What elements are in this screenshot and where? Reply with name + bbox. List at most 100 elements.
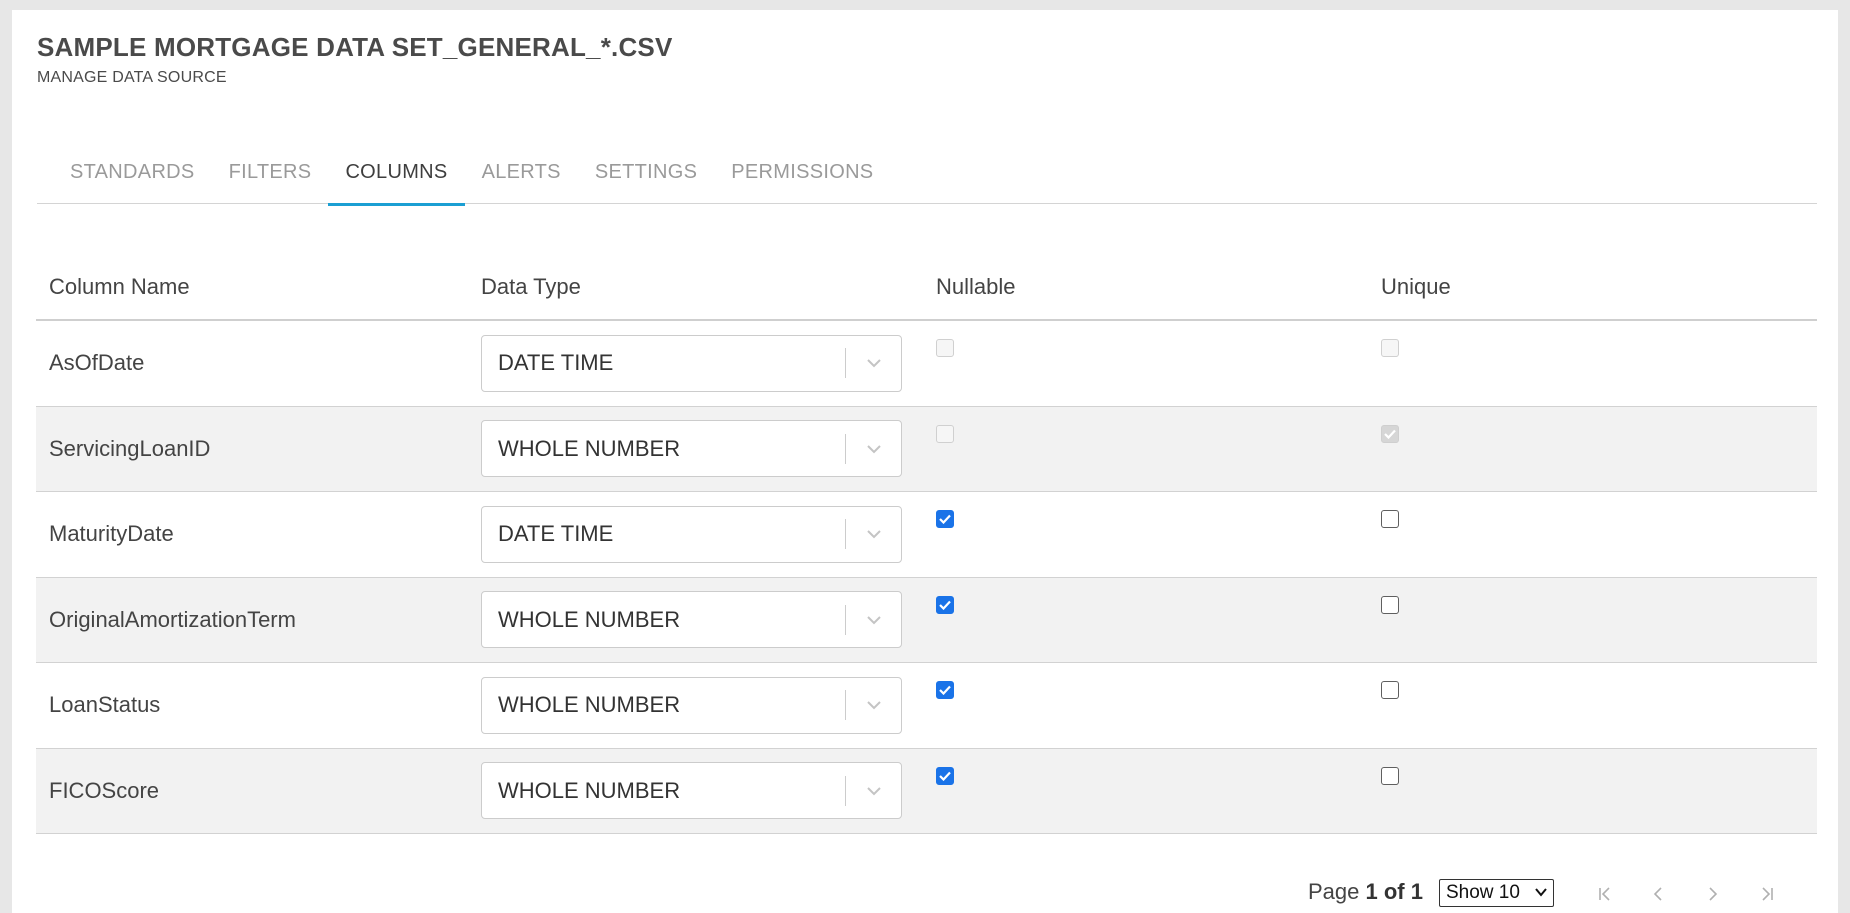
page-indicator: Page 1 of 1: [1308, 879, 1423, 905]
chevron-down-icon: [866, 359, 881, 368]
table-body: AsOfDate DATE TIME ServicingLoanID WHOLE NU…: [36, 321, 1817, 834]
chevron-down-icon: [866, 530, 881, 539]
nullable-cell: [926, 663, 1371, 700]
dropdown-toggle[interactable]: [846, 507, 901, 562]
data-type-cell: WHOLE NUMBER: [481, 591, 926, 649]
data-type-select[interactable]: WHOLE NUMBER: [481, 591, 902, 649]
page-subtitle: MANAGE DATA SOURCE: [37, 69, 227, 87]
pagination: Page 1 of 1 Show 10: [12, 869, 1838, 913]
unique-checkbox[interactable]: [1381, 766, 1399, 785]
unique-cell: [1371, 749, 1817, 790]
column-name-cell: AsOfDate: [49, 350, 145, 376]
unique-cell: [1371, 321, 1817, 362]
nullable-cell: [926, 321, 1371, 362]
table-row: MaturityDate DATE TIME: [36, 492, 1817, 578]
dropdown-toggle[interactable]: [846, 336, 901, 391]
unique-cell: [1371, 492, 1817, 533]
tab-bar: STANDARDS FILTERS COLUMNS ALERTS SETTING…: [37, 145, 1817, 206]
unique-cell: [1371, 578, 1817, 619]
data-type-select[interactable]: WHOLE NUMBER: [481, 676, 902, 734]
checkmark-icon: [939, 600, 951, 610]
nullable-checkbox[interactable]: [936, 681, 954, 699]
dropdown-toggle[interactable]: [846, 421, 901, 476]
checkmark-icon: [1384, 429, 1396, 439]
column-name-cell: ServicingLoanID: [49, 435, 211, 461]
tab-alerts[interactable]: ALERTS: [465, 145, 578, 204]
table-row: OriginalAmortizationTerm WHOLE NUMBER: [36, 577, 1817, 663]
checkmark-icon: [939, 771, 951, 781]
chevron-down-icon: [866, 787, 881, 796]
dropdown-toggle[interactable]: [846, 592, 901, 647]
unique-checkbox: [1381, 339, 1399, 357]
chevron-down-icon: [1535, 888, 1547, 897]
tab-settings[interactable]: SETTINGS: [578, 145, 714, 204]
data-type-value: DATE TIME: [498, 350, 614, 376]
nullable-checkbox[interactable]: [936, 595, 954, 614]
nullable-cell: [926, 492, 1371, 529]
previous-page-button[interactable]: [1645, 881, 1671, 907]
header-unique[interactable]: Unique: [1371, 274, 1817, 300]
first-page-icon: [1599, 887, 1610, 901]
data-type-value: WHOLE NUMBER: [498, 606, 681, 632]
data-source-panel: SAMPLE MORTGAGE DATA SET_GENERAL_*.CSV M…: [12, 10, 1838, 913]
tab-columns[interactable]: COLUMNS: [328, 145, 465, 206]
chevron-down-icon: [866, 701, 881, 710]
data-type-cell: DATE TIME: [481, 334, 926, 392]
table-row: LoanStatus WHOLE NUMBER: [36, 663, 1817, 749]
unique-checkbox[interactable]: [1381, 595, 1399, 614]
data-type-cell: WHOLE NUMBER: [481, 762, 926, 820]
data-type-value: DATE TIME: [498, 521, 614, 547]
nullable-checkbox[interactable]: [936, 766, 954, 785]
chevron-down-icon: [866, 445, 881, 454]
header-column-name[interactable]: Column Name: [36, 274, 481, 300]
header-data-type[interactable]: Data Type: [481, 274, 926, 300]
nullable-cell: [926, 407, 1371, 448]
column-name-cell: FICOScore: [49, 777, 160, 803]
unique-checkbox[interactable]: [1381, 681, 1399, 699]
unique-cell: [1371, 407, 1817, 444]
data-type-cell: DATE TIME: [481, 505, 926, 563]
column-name-cell: MaturityDate: [49, 521, 174, 547]
table-row: FICOScore WHOLE NUMBER: [36, 748, 1817, 834]
data-type-value: WHOLE NUMBER: [498, 692, 681, 718]
unique-checkbox: [1381, 424, 1399, 443]
next-page-button[interactable]: [1700, 881, 1726, 907]
columns-table: Column Name Data Type Nullable Unique As…: [36, 255, 1817, 834]
chevron-down-icon: [866, 616, 881, 625]
table-row: AsOfDate DATE TIME: [36, 321, 1817, 407]
tab-permissions[interactable]: PERMISSIONS: [714, 145, 890, 204]
data-type-cell: WHOLE NUMBER: [481, 420, 926, 478]
page-header: SAMPLE MORTGAGE DATA SET_GENERAL_*.CSV M…: [37, 32, 673, 87]
data-type-select[interactable]: DATE TIME: [481, 334, 902, 392]
nullable-checkbox[interactable]: [936, 510, 954, 528]
last-page-button[interactable]: [1754, 881, 1780, 907]
first-page-button[interactable]: [1592, 881, 1618, 907]
checkmark-icon: [939, 685, 951, 695]
dropdown-toggle[interactable]: [846, 763, 901, 818]
page-title: SAMPLE MORTGAGE DATA SET_GENERAL_*.CSV: [37, 32, 673, 62]
nullable-checkbox: [936, 424, 954, 443]
data-type-select[interactable]: DATE TIME: [481, 505, 902, 563]
data-type-select[interactable]: WHOLE NUMBER: [481, 420, 902, 478]
table-row: ServicingLoanID WHOLE NUMBER: [36, 406, 1817, 492]
nullable-cell: [926, 749, 1371, 786]
page-size-select[interactable]: Show 10: [1439, 879, 1554, 907]
page-current: 1 of 1: [1365, 879, 1423, 904]
header-nullable[interactable]: Nullable: [926, 274, 1371, 300]
tab-filters[interactable]: FILTERS: [212, 145, 329, 204]
previous-page-icon: [1653, 887, 1662, 901]
data-type-value: WHOLE NUMBER: [498, 435, 681, 461]
column-name-cell: LoanStatus: [49, 692, 161, 718]
column-name-cell: OriginalAmortizationTerm: [49, 606, 296, 632]
last-page-icon: [1762, 887, 1773, 901]
data-type-value: WHOLE NUMBER: [498, 777, 681, 803]
dropdown-toggle[interactable]: [846, 678, 901, 733]
table-header: Column Name Data Type Nullable Unique: [36, 255, 1817, 321]
nullable-cell: [926, 578, 1371, 615]
tab-standards[interactable]: STANDARDS: [53, 145, 212, 204]
nullable-checkbox: [936, 339, 954, 357]
unique-checkbox[interactable]: [1381, 510, 1399, 528]
data-type-select[interactable]: WHOLE NUMBER: [481, 762, 902, 820]
page-size-value: Show 10: [1446, 882, 1520, 903]
data-type-cell: WHOLE NUMBER: [481, 676, 926, 734]
